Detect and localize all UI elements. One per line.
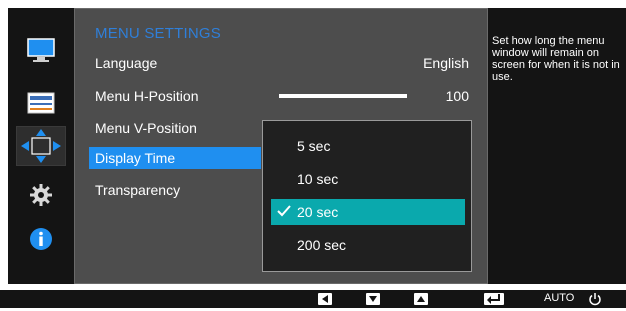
option-20-sec[interactable]: 20 sec — [271, 199, 465, 225]
osd-window: MENU SETTINGS Language English Menu H-Po… — [8, 8, 626, 284]
left-key-icon[interactable] — [318, 293, 332, 305]
option-5-sec[interactable]: 5 sec — [271, 133, 465, 159]
up-key-icon[interactable] — [414, 293, 428, 305]
menu-item-h-position[interactable]: Menu H-Position — [95, 85, 199, 107]
menu-item-label: Display Time — [95, 150, 176, 166]
option-10-sec[interactable]: 10 sec — [271, 166, 465, 192]
menu-item-label: Menu V-Position — [95, 120, 197, 136]
help-panel: Set how long the menu window will remain… — [488, 8, 626, 284]
menu-item-display-time[interactable]: Display Time — [89, 147, 261, 169]
display-time-dropdown: 5 sec 10 sec 20 sec 200 sec — [262, 120, 472, 272]
power-icon[interactable] — [588, 292, 602, 306]
menu-item-transparency[interactable]: Transparency — [95, 179, 180, 201]
menu-item-label: Menu H-Position — [95, 88, 199, 104]
menu-item-language[interactable]: Language — [95, 52, 473, 74]
h-position-value: 100 — [445, 88, 469, 104]
gear-icon[interactable] — [24, 180, 58, 210]
h-position-bar[interactable] — [279, 94, 407, 98]
option-label: 20 sec — [297, 204, 339, 220]
menu-item-label: Language — [95, 55, 158, 71]
auto-button[interactable]: AUTO — [544, 292, 574, 304]
panel-title: MENU SETTINGS — [95, 25, 221, 42]
down-key-icon[interactable] — [366, 293, 380, 305]
language-value: English — [423, 55, 469, 71]
info-icon[interactable] — [24, 224, 58, 254]
option-label: 200 sec — [297, 237, 347, 253]
menu-item-v-position[interactable]: Menu V-Position — [95, 117, 197, 139]
monitor-icon[interactable] — [24, 36, 58, 66]
option-label: 10 sec — [297, 171, 339, 187]
option-label: 5 sec — [297, 138, 331, 154]
enter-key-icon[interactable] — [484, 293, 504, 305]
option-200-sec[interactable]: 200 sec — [271, 232, 465, 258]
help-text: Set how long the menu window will remain… — [492, 35, 620, 83]
check-icon — [277, 205, 291, 217]
picture-adjust-icon[interactable] — [24, 88, 58, 118]
osd-sidebar — [8, 8, 74, 284]
button-guide-bar: AUTO — [0, 290, 626, 308]
menu-item-label: Transparency — [95, 182, 181, 198]
position-arrows-icon[interactable] — [16, 126, 66, 166]
